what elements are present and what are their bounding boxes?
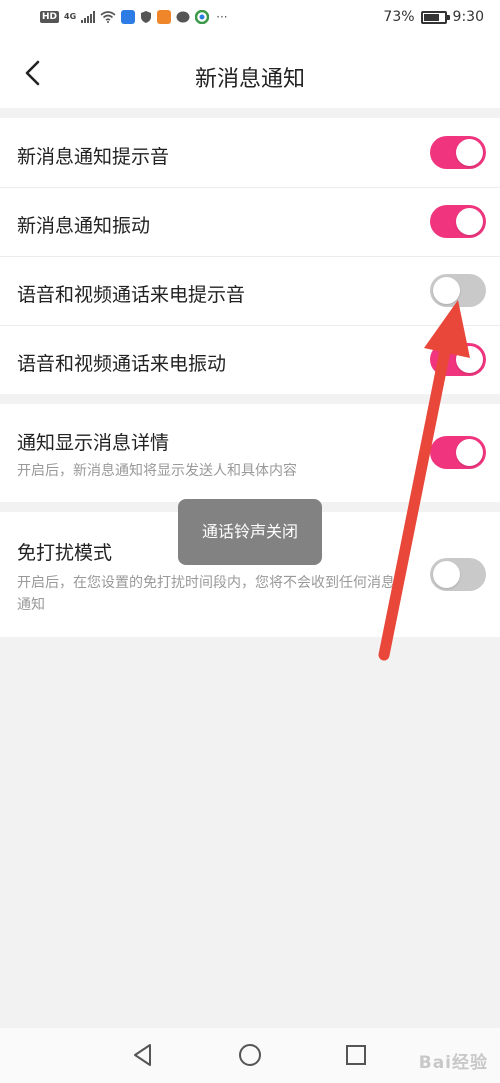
battery-percent: 73%	[383, 9, 415, 25]
wifi-icon	[100, 11, 116, 23]
app-bar: 新消息通知	[0, 38, 500, 108]
clock: 9:30	[452, 9, 484, 25]
battery-level	[423, 13, 439, 21]
toggle-knob	[456, 208, 483, 235]
call-vibrate-toggle[interactable]	[430, 343, 486, 376]
signal-icon	[81, 11, 96, 23]
nav-back-button[interactable]	[130, 1042, 156, 1068]
status-icons-right: 73% 9:30	[383, 9, 484, 25]
battery-icon	[420, 10, 450, 24]
notification-vibrate-toggle[interactable]	[430, 205, 486, 238]
setting-label: 免打扰模式	[17, 542, 113, 564]
status-icons-left: HD 4G ···	[40, 10, 228, 24]
settings-group-sound: 新消息通知提示音 新消息通知振动 语音和视频通话来电提示音 语音和视频通话来电振…	[0, 118, 500, 394]
more-notifications: ···	[216, 10, 228, 24]
setting-description: 开启后，在您设置的免打扰时间段内，您将不会收到任何消息通知	[17, 575, 395, 613]
toggle-knob	[433, 277, 460, 304]
nav-recents-button[interactable]	[343, 1042, 369, 1068]
message-icon	[176, 11, 190, 22]
toggle-knob	[456, 439, 483, 466]
setting-label: 新消息通知振动	[17, 215, 151, 237]
page-title: 新消息通知	[194, 67, 305, 92]
nav-home-button[interactable]	[237, 1042, 263, 1068]
app-notification-icon	[121, 10, 136, 24]
notification-sound-toggle[interactable]	[430, 136, 486, 169]
video-app-icon	[157, 10, 172, 24]
setting-label: 语音和视频通话来电振动	[17, 353, 227, 375]
setting-description: 开启后，新消息通知将显示发送人和具体内容	[17, 463, 297, 479]
square-recents-icon	[346, 1045, 366, 1065]
call-ringtone-toggle[interactable]	[430, 274, 486, 307]
settings-group-details: 通知显示消息详情 开启后，新消息通知将显示发送人和具体内容	[0, 404, 500, 502]
network-type: 4G	[64, 12, 77, 21]
setting-label: 新消息通知提示音	[17, 146, 170, 168]
setting-row[interactable]: 语音和视频通话来电提示音	[0, 256, 500, 325]
setting-row[interactable]: 新消息通知提示音	[0, 118, 500, 187]
setting-row[interactable]: 语音和视频通话来电振动	[0, 325, 500, 394]
status-bar: HD 4G ··· 73% 9:30	[0, 0, 500, 38]
browser-icon	[195, 10, 210, 24]
toggle-knob	[433, 561, 460, 588]
setting-label: 语音和视频通话来电提示音	[17, 284, 246, 306]
system-nav-bar: Bai经验	[0, 1028, 500, 1083]
triangle-back-icon	[134, 1044, 151, 1066]
watermark-logo: Bai经验	[418, 1053, 488, 1073]
show-details-toggle[interactable]	[430, 436, 486, 469]
toast-message: 通话铃声关闭	[178, 499, 322, 565]
shield-icon	[141, 11, 152, 23]
setting-label: 通知显示消息详情	[17, 432, 170, 454]
hd-badge: HD	[40, 11, 60, 23]
toggle-knob	[456, 139, 483, 166]
toggle-knob	[456, 346, 483, 373]
do-not-disturb-toggle[interactable]	[430, 558, 486, 591]
setting-row[interactable]: 通知显示消息详情 开启后，新消息通知将显示发送人和具体内容	[0, 404, 500, 502]
circle-home-icon	[239, 1044, 261, 1066]
setting-row[interactable]: 新消息通知振动	[0, 187, 500, 256]
